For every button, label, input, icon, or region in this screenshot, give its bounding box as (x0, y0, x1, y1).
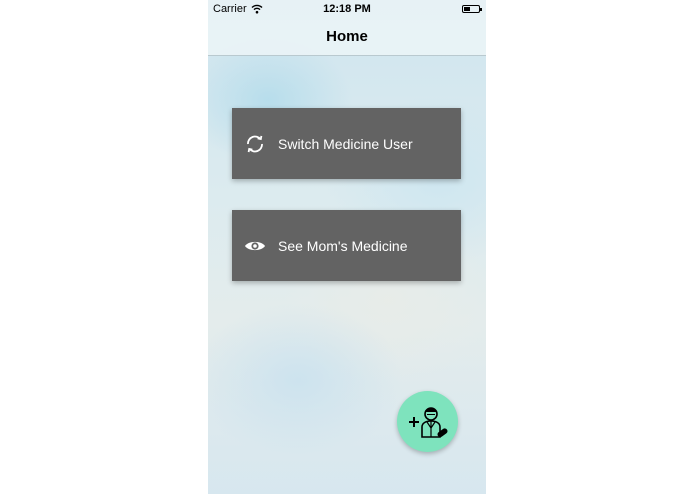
see-moms-medicine-button[interactable]: See Mom's Medicine (232, 210, 461, 281)
app-screen: Carrier 12:18 PM Home Switch Medicine Us… (208, 0, 486, 494)
eye-icon (244, 235, 266, 257)
switch-medicine-user-button[interactable]: Switch Medicine User (232, 108, 461, 179)
refresh-icon (244, 133, 266, 155)
status-time: 12:18 PM (323, 3, 371, 15)
navigation-bar: Home (208, 20, 486, 56)
page-title: Home (326, 28, 368, 45)
see-moms-medicine-label: See Mom's Medicine (278, 237, 408, 254)
add-doctor-fab[interactable] (397, 391, 458, 452)
battery-icon (462, 5, 482, 13)
add-doctor-icon (408, 406, 448, 438)
status-bar: Carrier 12:18 PM (208, 0, 486, 20)
switch-medicine-user-label: Switch Medicine User (278, 135, 413, 152)
